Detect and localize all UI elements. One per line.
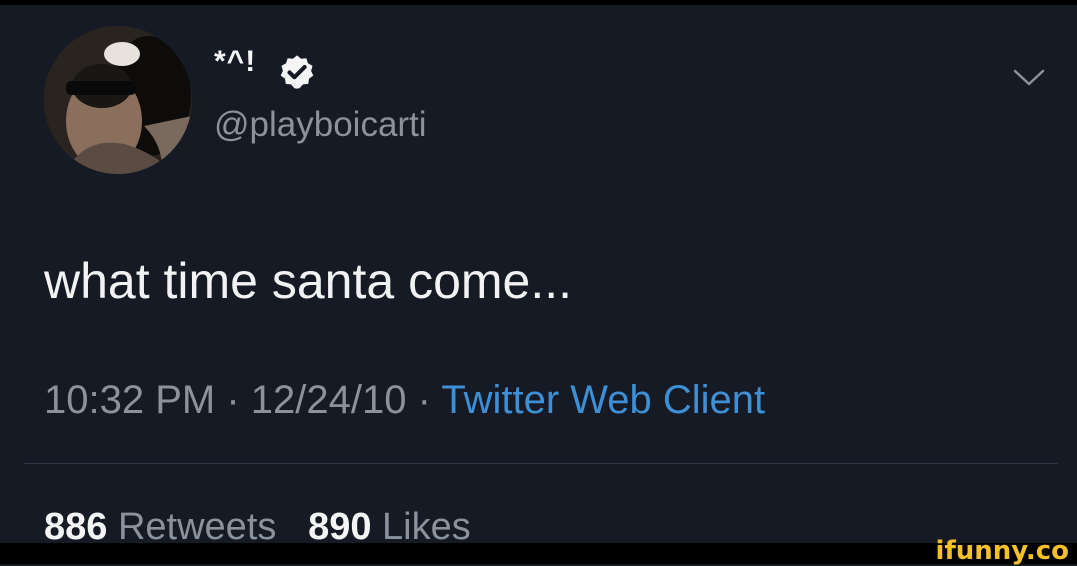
avatar[interactable] [44,26,192,174]
divider [24,463,1058,464]
retweets-label: Retweets [117,506,277,548]
meta-separator: · [417,378,431,422]
tweet-time: 10:32 PM [44,378,216,422]
likes-count: 890 [308,506,372,548]
tweet-meta: 10:32 PM · 12/24/10 · Twitter Web Client [44,377,765,423]
display-name[interactable]: *^! [214,45,256,79]
tweet-text: what time santa come... [44,253,573,309]
user-handle[interactable]: @playboicarti [214,105,427,145]
tweet-date: 12/24/10 [250,378,407,422]
likes-stat[interactable]: 890 Likes [308,506,471,548]
tweet-client-link[interactable]: Twitter Web Client [441,378,765,422]
verified-badge-icon [280,55,314,89]
bottom-border [0,543,1077,564]
tweet-card: *^! @playboicarti what time santa come..… [0,5,1077,548]
retweets-count: 886 [44,506,108,548]
meta-separator: · [226,378,240,422]
watermark-logo: ifunny.co [935,536,1069,566]
likes-label: Likes [382,506,471,548]
retweets-stat[interactable]: 886 Retweets [44,506,276,548]
avatar-image [44,26,192,174]
chevron-down-icon[interactable] [1012,67,1046,89]
